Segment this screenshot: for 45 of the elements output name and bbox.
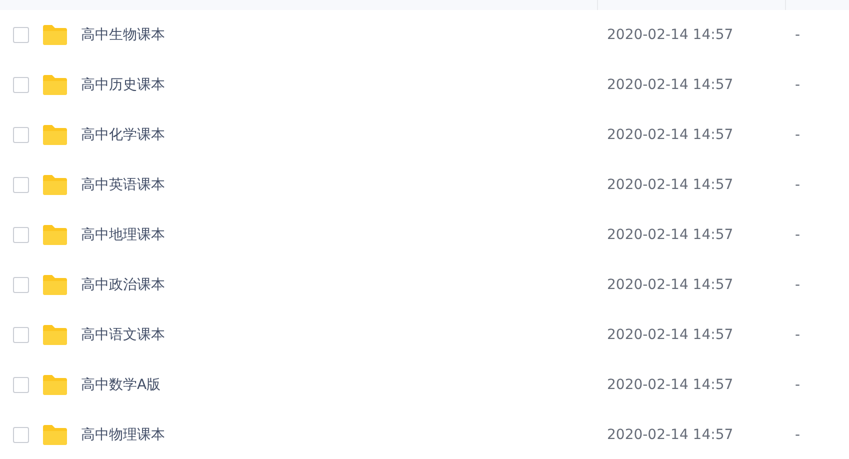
- modified-time: 2020-02-14 14:57: [606, 377, 734, 393]
- folder-icon: [42, 374, 68, 396]
- folder-icon: [42, 24, 68, 46]
- checkbox[interactable]: [13, 277, 29, 293]
- file-size: -: [794, 277, 800, 293]
- folder-name[interactable]: 高中地理课本: [81, 226, 165, 244]
- modified-time: 2020-02-14 14:57: [606, 77, 734, 93]
- file-size: -: [794, 127, 800, 143]
- folder-name[interactable]: 高中政治课本: [81, 276, 165, 294]
- folder-name[interactable]: 高中物理课本: [81, 426, 165, 444]
- checkbox[interactable]: [13, 127, 29, 143]
- folder-icon: [42, 324, 68, 346]
- checkbox[interactable]: [13, 77, 29, 93]
- checkbox[interactable]: [13, 177, 29, 193]
- folder-name[interactable]: 高中化学课本: [81, 126, 165, 144]
- file-size: -: [794, 177, 800, 193]
- modified-time: 2020-02-14 14:57: [606, 277, 734, 293]
- modified-time: 2020-02-14 14:57: [606, 27, 734, 43]
- modified-time: 2020-02-14 14:57: [606, 327, 734, 343]
- folder-name[interactable]: 高中生物课本: [81, 26, 165, 44]
- modified-time: 2020-02-14 14:57: [606, 227, 734, 243]
- folder-icon: [42, 424, 68, 446]
- file-size: -: [794, 377, 800, 393]
- checkbox[interactable]: [13, 27, 29, 43]
- checkbox[interactable]: [13, 227, 29, 243]
- file-size: -: [794, 77, 800, 93]
- folder-name[interactable]: 高中英语课本: [81, 176, 165, 194]
- file-size: -: [794, 227, 800, 243]
- folder-name[interactable]: 高中历史课本: [81, 76, 165, 94]
- folder-name[interactable]: 高中数学A版: [81, 376, 161, 394]
- file-size: -: [794, 427, 800, 443]
- checkbox[interactable]: [13, 427, 29, 443]
- checkbox[interactable]: [13, 377, 29, 393]
- folder-name[interactable]: 高中语文课本: [81, 326, 165, 344]
- folder-icon: [42, 274, 68, 296]
- file-size: -: [794, 27, 800, 43]
- folder-icon: [42, 174, 68, 196]
- modified-time: 2020-02-14 14:57: [606, 427, 734, 443]
- folder-icon: [42, 124, 68, 146]
- modified-time: 2020-02-14 14:57: [606, 177, 734, 193]
- folder-icon: [42, 74, 68, 96]
- checkbox[interactable]: [13, 327, 29, 343]
- file-size: -: [794, 327, 800, 343]
- folder-icon: [42, 224, 68, 246]
- modified-time: 2020-02-14 14:57: [606, 127, 734, 143]
